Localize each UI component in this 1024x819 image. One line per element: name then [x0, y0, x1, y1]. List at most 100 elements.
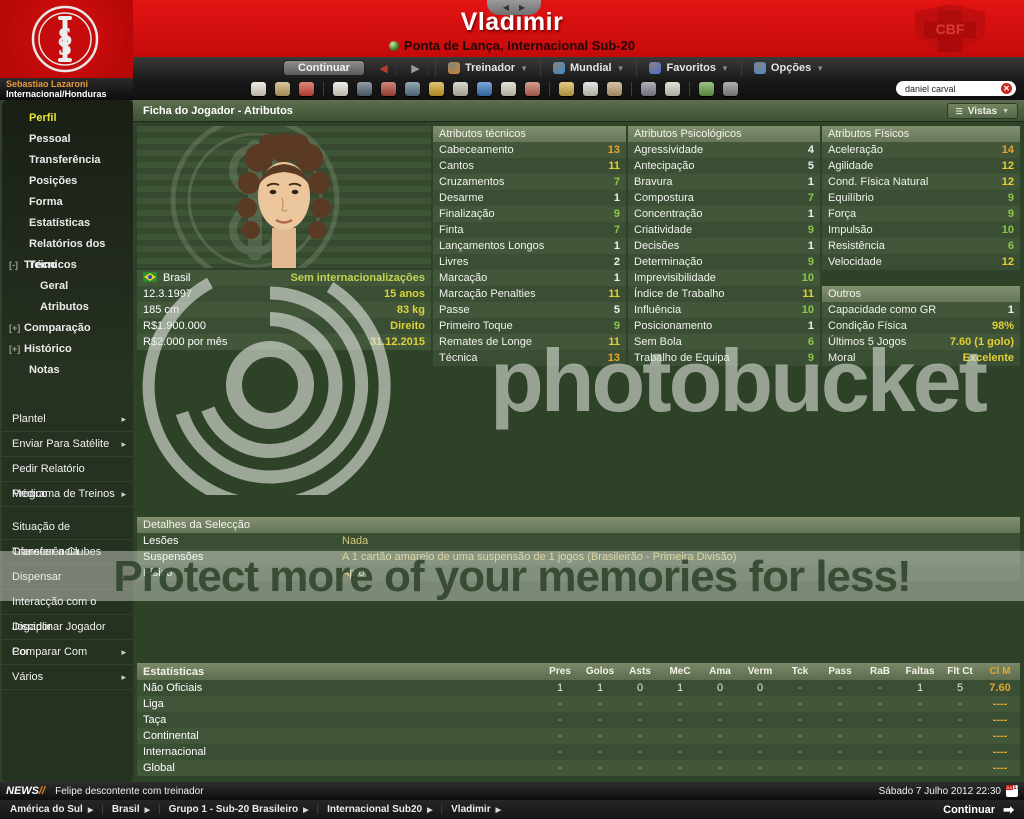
sidebar-item-historico[interactable]: [+]Histórico	[2, 339, 133, 360]
attribute-label: Desarme	[439, 192, 484, 204]
footer-continue-button[interactable]: Continuar➡	[943, 802, 1014, 818]
continue-button[interactable]: Continuar	[283, 60, 365, 76]
submenu-arrow-icon: ▸	[121, 432, 126, 457]
home-icon[interactable]	[251, 82, 266, 96]
menu-favoritos[interactable]: Favoritos▼	[636, 60, 740, 76]
menu-opcoes[interactable]: Opções▼	[741, 60, 836, 76]
sidebar-item-relatorios-dos-tecnicos[interactable]: Relatórios dos Técnicos	[2, 234, 133, 255]
inbox-icon[interactable]	[275, 82, 290, 96]
sidebar-item-geral[interactable]: Geral	[2, 276, 133, 297]
calendar-date-icon[interactable]: JUL17	[1006, 785, 1018, 797]
stats-cell: -	[820, 730, 860, 742]
attribute-label: Remates de Longe	[439, 336, 532, 348]
sidebar-item-treino[interactable]: [-]Treino	[2, 255, 133, 276]
attribute-row: Bravura1	[628, 174, 820, 190]
window-nav-ears[interactable]: ◀▶	[487, 0, 541, 15]
toolbar-separator	[689, 82, 690, 96]
awards-icon[interactable]	[607, 82, 622, 96]
world-globe-icon[interactable]	[477, 82, 492, 96]
finances-coin-icon[interactable]	[429, 82, 444, 96]
action-comparar-com[interactable]: Comparar Com▸	[2, 640, 133, 665]
news-document-icon[interactable]	[501, 82, 516, 96]
breadcrumb-america-do-sul[interactable]: América do Sul▶	[10, 804, 93, 815]
attribute-label: Bravura	[634, 176, 673, 188]
breadcrumb-brasil[interactable]: Brasil▶	[112, 804, 150, 815]
info-left-text: Brasil	[163, 272, 191, 284]
search-input[interactable]	[905, 84, 1001, 94]
action-plantel[interactable]: Plantel▸	[2, 407, 133, 432]
toolbar-menus: Treinador▼Mundial▼Favoritos▼Opções▼	[435, 60, 836, 76]
squad-icon[interactable]	[333, 82, 348, 96]
stats-cell: -	[820, 762, 860, 774]
panic-icon[interactable]	[723, 82, 738, 96]
attribute-row: Agressividade4	[628, 142, 820, 158]
training-icon[interactable]	[381, 82, 396, 96]
action-interaccao-com-o-jogador[interactable]: Interacção com o Jogador	[2, 590, 133, 615]
action-pedir-relatorio-medico[interactable]: Pedir Relatório Médico▸	[2, 457, 133, 482]
action-enviar-para-satelite[interactable]: Enviar Para Satélite▸	[2, 432, 133, 457]
other-value: 1	[1008, 304, 1014, 316]
panel-title: Outros	[822, 286, 1020, 302]
stats-cell: 1	[900, 682, 940, 694]
breadcrumb-separator: |	[101, 804, 104, 815]
player-search-icon[interactable]	[641, 82, 656, 96]
submenu-arrow-icon: ▸	[121, 665, 126, 690]
action-label: Plantel	[12, 413, 46, 425]
sidebar-item-transferencia[interactable]: Transferência	[2, 150, 133, 171]
breadcrumb-vladimir[interactable]: Vladimir▶	[451, 804, 501, 815]
expand-icon[interactable]: [+]	[9, 339, 20, 360]
collapse-icon[interactable]: [-]	[9, 255, 18, 276]
sidebar-item-atributos[interactable]: Atributos	[2, 297, 133, 318]
attribute-value: 5	[614, 304, 620, 316]
other-value: Excelente	[963, 352, 1014, 364]
forward-ear-icon[interactable]: ▶	[519, 3, 525, 12]
calendar-icon[interactable]	[299, 82, 314, 96]
scouting-binoculars-icon[interactable]	[405, 82, 420, 96]
stats-cell: -	[940, 698, 980, 710]
help-icon[interactable]	[699, 82, 714, 96]
selection-details-panel: Detalhes da Selecção LesõesNadaSuspensõe…	[137, 517, 1020, 581]
action-dispensar[interactable]: Dispensar▸	[2, 565, 133, 590]
views-button[interactable]: ☰ Vistas▼	[947, 103, 1018, 119]
sidebar-item-perfil[interactable]: Perfil	[2, 108, 133, 129]
attribute-row: Velocidade12	[822, 254, 1020, 270]
attribute-label: Técnica	[439, 352, 478, 364]
action-oferecer-a-clubes[interactable]: Oferecer a Clubes	[2, 540, 133, 565]
action-disciplinar-jogador-por[interactable]: Disciplinar Jogador Por▸	[2, 615, 133, 640]
action-varios[interactable]: Vários▸	[2, 665, 133, 690]
sidebar-item-notas[interactable]: Notas	[2, 360, 133, 381]
tactics-icon[interactable]	[357, 82, 372, 96]
notes-icon[interactable]	[665, 82, 680, 96]
breadcrumb-label: Brasil	[112, 804, 140, 815]
player-position-subtitle: Ponta de Lança, Internacional Sub-20	[0, 38, 1024, 53]
views-list-icon: ☰	[956, 107, 963, 116]
search-clear-icon[interactable]: ✕	[1001, 83, 1012, 94]
other-value: 98%	[992, 320, 1014, 332]
sidebar-item-pessoal[interactable]: Pessoal	[2, 129, 133, 150]
search-box[interactable]: ✕	[896, 81, 1016, 96]
sidebar-item-posicoes[interactable]: Posições	[2, 171, 133, 192]
competitions-trophy-icon[interactable]	[559, 82, 574, 96]
stats-cell: -	[700, 762, 740, 774]
breadcrumb-grupo-1-sub-20-brasileiro[interactable]: Grupo 1 - Sub-20 Brasileiro▶	[169, 804, 309, 815]
expand-icon[interactable]: [+]	[9, 318, 20, 339]
history-back-icon[interactable]: ◀	[371, 60, 397, 76]
club-info-icon[interactable]	[583, 82, 598, 96]
back-ear-icon[interactable]: ◀	[503, 3, 509, 12]
action-programa-de-treinos[interactable]: Programa de Treinos▸	[2, 482, 133, 507]
news-headline[interactable]: Felipe descontente com treinador	[55, 786, 203, 797]
menu-treinador[interactable]: Treinador▼	[435, 60, 540, 76]
sidebar-item-forma[interactable]: Forma	[2, 192, 133, 213]
statistics-header: EstatísticasPresGolosAstsMeCAmaVermTckPa…	[137, 663, 1020, 680]
history-forward-icon[interactable]: ▶	[403, 60, 429, 76]
breadcrumb-internacional-sub20[interactable]: Internacional Sub20▶	[327, 804, 432, 815]
stats-header-cell: Pass	[820, 666, 860, 677]
news-bar: NEWS// Felipe descontente com treinador …	[0, 782, 1024, 800]
menu-mundial[interactable]: Mundial▼	[540, 60, 636, 76]
sidebar-item-comparacao[interactable]: [+]Comparação	[2, 318, 133, 339]
contract-clipboard-icon[interactable]	[453, 82, 468, 96]
transfers-arrows-icon[interactable]	[525, 82, 540, 96]
sidebar-item-estatisticas[interactable]: Estatísticas	[2, 213, 133, 234]
action-situacao-de-transferencia[interactable]: Situação de Transferência	[2, 515, 133, 540]
manager-bar: Sebastiao Lazaroni Internacional/Hondura…	[0, 78, 133, 100]
